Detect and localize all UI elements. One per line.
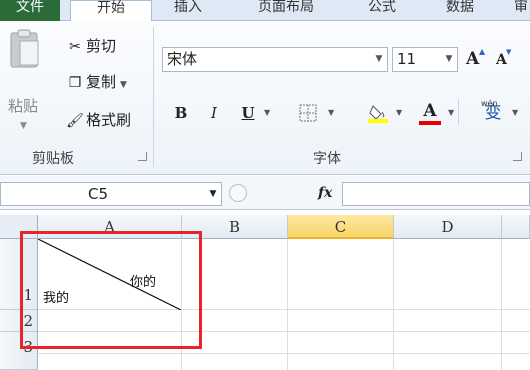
- copy-icon: ❐: [68, 75, 82, 91]
- phonetic-guide-button[interactable]: wén 变: [479, 99, 507, 125]
- formula-bar-toggle[interactable]: [229, 184, 247, 202]
- font-group-inner-divider: [458, 99, 459, 125]
- font-size-value: 11: [397, 50, 417, 68]
- group-divider: [153, 27, 154, 167]
- font-color-dropdown-arrow[interactable]: ▼: [448, 101, 454, 125]
- gridline: [393, 239, 394, 370]
- tab-file[interactable]: 文件: [0, 0, 60, 21]
- bold-button[interactable]: B: [170, 101, 192, 125]
- tab-page-layout[interactable]: 页面布局: [250, 0, 322, 21]
- font-name-dropdown-arrow[interactable]: ▼: [370, 48, 388, 71]
- font-name-value: 宋体: [167, 50, 198, 68]
- paste-dropdown-arrow[interactable]: ▼: [20, 121, 27, 131]
- name-box-dropdown-arrow[interactable]: ▼: [204, 182, 222, 206]
- copy-dropdown-arrow[interactable]: ▼: [120, 80, 127, 90]
- font-color-icon: A: [423, 101, 437, 121]
- name-box-value: C5: [87, 185, 109, 203]
- column-header-e[interactable]: [502, 215, 530, 239]
- font-size-dropdown-arrow[interactable]: ▼: [440, 48, 458, 71]
- paintbrush-icon: 🖌: [66, 113, 84, 129]
- gridline: [38, 353, 530, 354]
- italic-button[interactable]: I: [203, 101, 225, 125]
- phonetic-dropdown-arrow[interactable]: ▼: [512, 101, 518, 125]
- font-color-swatch: [419, 121, 441, 125]
- phonetic-small-text: wén: [481, 99, 498, 108]
- tab-formulas[interactable]: 公式: [362, 0, 402, 21]
- format-painter-label: 格式刷: [86, 111, 132, 129]
- gridline: [501, 239, 502, 370]
- borders-icon: [299, 104, 317, 122]
- grow-font-button[interactable]: A ▲: [466, 46, 490, 71]
- cut-button[interactable]: ✂ 剪切: [64, 35, 116, 57]
- formula-input[interactable]: [342, 182, 530, 206]
- font-dialog-launcher[interactable]: [513, 152, 522, 161]
- column-header-c[interactable]: C: [288, 215, 394, 239]
- clipboard-dialog-launcher[interactable]: [138, 152, 147, 161]
- format-painter-button[interactable]: 🖌 格式刷: [64, 109, 131, 131]
- tab-data[interactable]: 数据: [440, 0, 480, 21]
- copy-button[interactable]: ❐ 复制 ▼: [64, 71, 127, 93]
- font-name-combobox[interactable]: 宋体: [162, 47, 388, 72]
- underline-dropdown-arrow[interactable]: ▼: [264, 101, 270, 125]
- formula-bar: C5 ▼ fx: [0, 176, 530, 210]
- shrink-font-button[interactable]: A ▼: [496, 47, 520, 74]
- font-group-label: 字体: [313, 151, 341, 167]
- underline-button[interactable]: U: [237, 101, 259, 125]
- cut-label: 剪切: [86, 37, 117, 55]
- gridline: [287, 239, 288, 370]
- borders-button[interactable]: [296, 101, 320, 125]
- tab-review[interactable]: 审: [512, 0, 530, 21]
- scissors-icon: ✂: [69, 39, 81, 55]
- column-header-d[interactable]: D: [394, 215, 502, 239]
- insert-function-icon[interactable]: fx: [318, 182, 332, 204]
- fill-color-button[interactable]: [366, 101, 390, 125]
- ribbon-tab-bar: 文件 开始 插入 页面布局 公式 数据 审: [0, 0, 530, 22]
- worksheet-grid[interactable]: A B C D 1 2 3 你的 我的: [0, 211, 530, 370]
- paint-bucket-icon: [368, 105, 388, 123]
- clipboard-group-label: 剪贴板: [32, 151, 74, 167]
- clipboard-icon: [10, 29, 39, 68]
- tab-insert[interactable]: 插入: [168, 0, 208, 21]
- ribbon: 粘贴 ▼ ✂ 剪切 ❐ 复制 ▼ 🖌 格式刷 剪贴板 宋体 ▼ 11 ▼ A ▲ A ▼ B…: [0, 21, 530, 175]
- paste-label: 粘贴: [8, 97, 39, 115]
- annotation-highlight-box: [20, 231, 202, 349]
- font-color-button[interactable]: A: [418, 101, 442, 125]
- grow-font-icon: A: [466, 49, 480, 69]
- tab-home[interactable]: 开始: [70, 0, 152, 22]
- fill-color-dropdown-arrow[interactable]: ▼: [396, 101, 402, 125]
- name-box[interactable]: C5: [0, 182, 222, 206]
- copy-label: 复制: [86, 73, 117, 91]
- paste-button[interactable]: 粘贴 ▼: [2, 29, 50, 131]
- borders-dropdown-arrow[interactable]: ▼: [328, 101, 334, 125]
